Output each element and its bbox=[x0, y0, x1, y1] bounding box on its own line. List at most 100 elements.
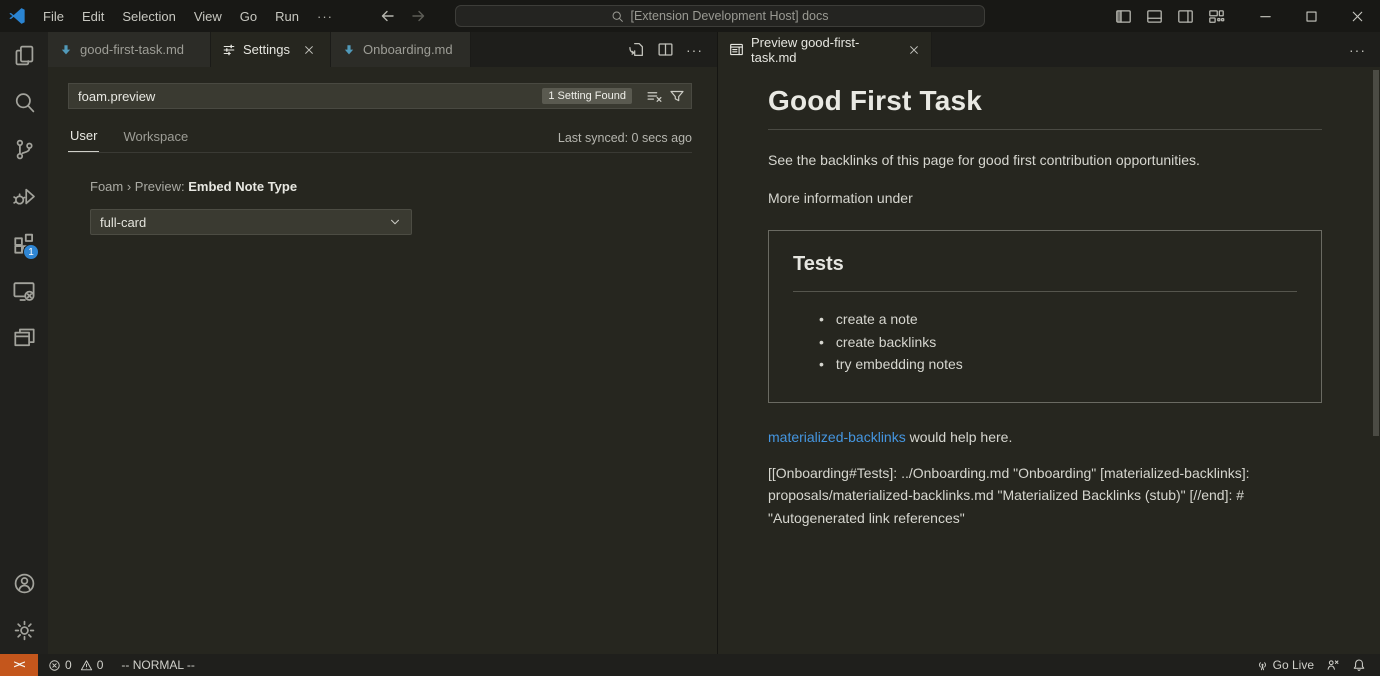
tab-good-first-task[interactable]: good-first-task.md bbox=[48, 32, 211, 67]
menu-edit[interactable]: Edit bbox=[73, 0, 113, 32]
scope-tab-workspace[interactable]: Workspace bbox=[121, 124, 190, 152]
tab-label: Onboarding.md bbox=[363, 42, 453, 57]
notifications-button[interactable] bbox=[1346, 654, 1372, 676]
scope-tab-user[interactable]: User bbox=[68, 123, 99, 152]
warning-icon bbox=[80, 659, 93, 672]
tab-onboarding[interactable]: Onboarding.md bbox=[331, 32, 471, 67]
menu-more-button[interactable]: ··· bbox=[308, 9, 342, 24]
remote-indicator-button[interactable]: >< bbox=[0, 654, 38, 676]
go-back-icon[interactable] bbox=[380, 8, 396, 24]
editor-group-right: Preview good-first-task.md ··· Good Firs… bbox=[717, 32, 1380, 654]
activity-bar: 1 bbox=[0, 32, 48, 654]
vim-mode-indicator[interactable]: -- NORMAL -- bbox=[115, 654, 201, 676]
menu-go[interactable]: Go bbox=[231, 0, 266, 32]
embedded-note-card: Tests create a note create backlinks try… bbox=[768, 230, 1322, 403]
close-window-button[interactable] bbox=[1334, 0, 1380, 32]
error-icon bbox=[48, 659, 61, 672]
broadcast-icon bbox=[1256, 659, 1269, 672]
go-live-button[interactable]: Go Live bbox=[1250, 654, 1320, 676]
toggle-panel-icon[interactable] bbox=[1142, 4, 1166, 28]
setting-name: Embed Note Type bbox=[188, 179, 297, 194]
problems-status[interactable]: 0 0 bbox=[42, 654, 109, 676]
clear-search-results-icon[interactable] bbox=[646, 88, 663, 105]
accounts-icon[interactable] bbox=[0, 560, 48, 607]
go-forward-icon bbox=[410, 8, 426, 24]
more-actions-icon[interactable]: ··· bbox=[1349, 42, 1366, 58]
menu-selection[interactable]: Selection bbox=[113, 0, 184, 32]
multiple-windows-icon[interactable] bbox=[0, 314, 48, 361]
list-item: try embedding notes bbox=[819, 353, 1297, 376]
tab-preview-good-first-task[interactable]: Preview good-first-task.md bbox=[718, 32, 932, 67]
setting-title: Foam › Preview: Embed Note Type bbox=[90, 179, 412, 194]
explorer-icon[interactable] bbox=[0, 32, 48, 79]
tab-label: Settings bbox=[243, 42, 290, 57]
settings-gear-icon[interactable] bbox=[0, 607, 48, 654]
split-editor-icon[interactable] bbox=[657, 41, 674, 58]
go-live-label: Go Live bbox=[1273, 658, 1314, 672]
menu-view[interactable]: View bbox=[185, 0, 231, 32]
preview-paragraph: More information under bbox=[768, 190, 1322, 206]
more-actions-icon[interactable]: ··· bbox=[686, 42, 703, 58]
close-tab-icon[interactable] bbox=[908, 44, 920, 56]
tab-settings[interactable]: Settings bbox=[211, 32, 331, 67]
filter-settings-icon[interactable] bbox=[669, 88, 685, 104]
tab-label: Preview good-first-task.md bbox=[751, 35, 895, 65]
open-preview-icon bbox=[729, 42, 744, 57]
vscode-logo-icon bbox=[0, 7, 34, 25]
tab-bar-right: Preview good-first-task.md ··· bbox=[718, 32, 1380, 67]
link-tail-text: would help here. bbox=[906, 429, 1013, 445]
close-tab-icon[interactable] bbox=[303, 44, 315, 56]
command-center[interactable]: [Extension Development Host] docs bbox=[455, 5, 985, 27]
preview-paragraph: See the backlinks of this page for good … bbox=[768, 152, 1322, 168]
markdown-file-icon bbox=[59, 43, 73, 57]
dropdown-value: full-card bbox=[100, 215, 146, 230]
list-item: create backlinks bbox=[819, 331, 1297, 354]
settings-scope-tabs: User Workspace Last synced: 0 secs ago bbox=[68, 123, 692, 153]
settings-results-badge: 1 Setting Found bbox=[542, 88, 632, 104]
title-bar: File Edit Selection View Go Run ··· [Ext… bbox=[0, 0, 1380, 32]
run-debug-icon[interactable] bbox=[0, 173, 48, 220]
command-center-label: [Extension Development Host] docs bbox=[630, 9, 828, 23]
link-paragraph: materialized-backlinks would help here. bbox=[768, 429, 1322, 445]
chevron-down-icon bbox=[388, 215, 402, 229]
list-item: create a note bbox=[819, 308, 1297, 331]
bell-icon bbox=[1352, 658, 1366, 672]
card-bullet-list: create a note create backlinks try embed… bbox=[793, 308, 1297, 376]
source-control-icon[interactable] bbox=[0, 126, 48, 173]
feedback-button[interactable] bbox=[1320, 654, 1346, 676]
toggle-primary-sidebar-icon[interactable] bbox=[1111, 4, 1135, 28]
warning-count: 0 bbox=[97, 658, 104, 672]
link-references-text: [[Onboarding#Tests]: ../Onboarding.md "O… bbox=[768, 462, 1322, 530]
setting-embed-note-type: Foam › Preview: Embed Note Type full-car… bbox=[90, 179, 412, 235]
settings-search-input[interactable] bbox=[78, 89, 542, 104]
card-heading: Tests bbox=[793, 253, 1297, 292]
embed-note-type-dropdown[interactable]: full-card bbox=[90, 209, 412, 235]
tab-bar-left: good-first-task.md Settings Onboarding.m… bbox=[48, 32, 717, 67]
setting-category: Foam › Preview: bbox=[90, 179, 188, 194]
last-synced-label: Last synced: 0 secs ago bbox=[558, 131, 692, 145]
toggle-secondary-sidebar-icon[interactable] bbox=[1173, 4, 1197, 28]
search-icon bbox=[611, 10, 624, 23]
extensions-badge: 1 bbox=[23, 244, 39, 260]
feedback-icon bbox=[1326, 658, 1340, 672]
markdown-preview: Good First Task See the backlinks of thi… bbox=[718, 67, 1380, 654]
settings-search-box[interactable]: 1 Setting Found bbox=[68, 83, 692, 109]
maximize-button[interactable] bbox=[1288, 0, 1334, 32]
open-settings-json-icon[interactable] bbox=[628, 41, 645, 58]
menu-run[interactable]: Run bbox=[266, 0, 308, 32]
minimize-button[interactable] bbox=[1242, 0, 1288, 32]
remote-explorer-icon[interactable] bbox=[0, 267, 48, 314]
customize-layout-icon[interactable] bbox=[1204, 4, 1228, 28]
settings-editor-icon bbox=[222, 43, 236, 57]
tab-label: good-first-task.md bbox=[80, 42, 184, 57]
menu-file[interactable]: File bbox=[34, 0, 73, 32]
materialized-backlinks-link[interactable]: materialized-backlinks bbox=[768, 429, 906, 445]
status-bar: >< 0 0 -- NORMAL -- Go Live bbox=[0, 654, 1380, 676]
preview-scrollbar[interactable] bbox=[1373, 70, 1379, 436]
markdown-file-icon bbox=[342, 43, 356, 57]
error-count: 0 bbox=[65, 658, 72, 672]
search-view-icon[interactable] bbox=[0, 79, 48, 126]
settings-editor: 1 Setting Found User Workspace Last sync… bbox=[48, 67, 717, 654]
editor-group-left: good-first-task.md Settings Onboarding.m… bbox=[48, 32, 717, 654]
extensions-icon[interactable]: 1 bbox=[0, 220, 48, 267]
